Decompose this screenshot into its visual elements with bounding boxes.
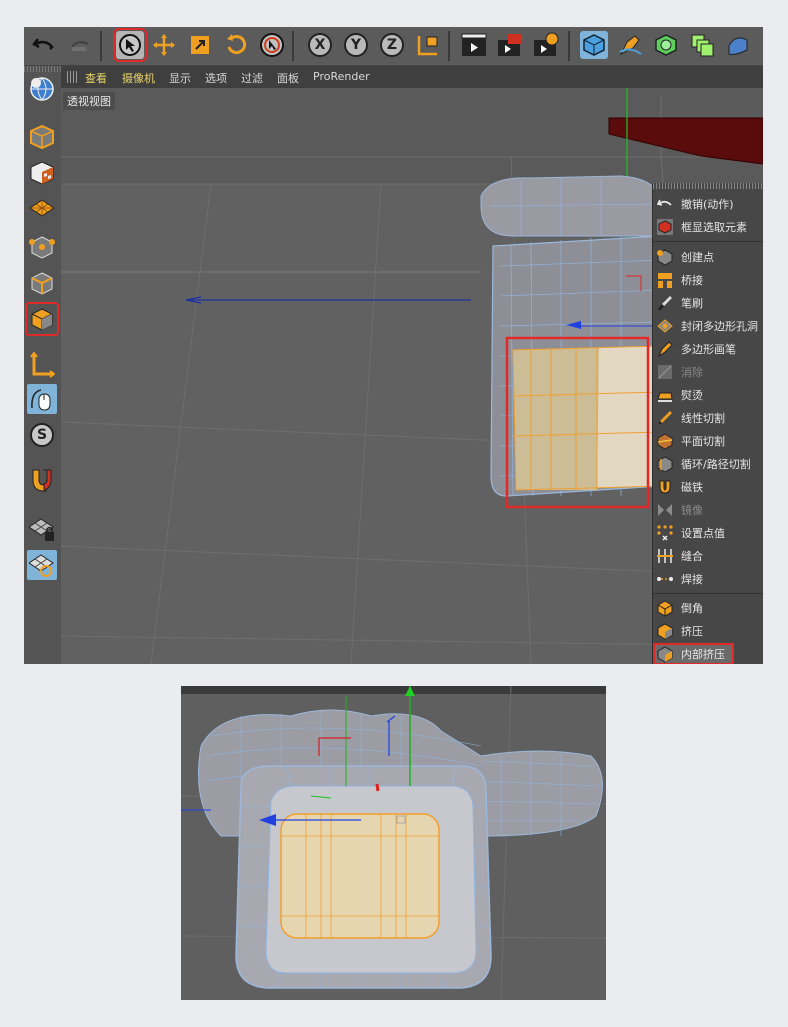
polygons-mode-icon[interactable]	[25, 302, 59, 336]
x-axis-label: X	[308, 33, 332, 57]
cube-object-icon[interactable]	[580, 31, 608, 59]
tweak-mode-icon[interactable]	[27, 384, 57, 414]
menu-panel[interactable]: 面板	[277, 70, 299, 86]
main-toolbar: X Y Z	[24, 27, 763, 66]
menu-display[interactable]: 显示	[169, 70, 191, 86]
menu-item-set-point-value[interactable]: 设置点值	[653, 522, 763, 544]
menu-item-bevel[interactable]: 倒角	[653, 597, 763, 619]
hand-model-detail	[181, 686, 606, 1000]
menu-item-loop-path-cut[interactable]: 循环/路径切割	[653, 453, 763, 475]
pen-spline-icon[interactable]	[616, 31, 644, 59]
menu-item-label: 设置点值	[681, 527, 725, 540]
menu-item-label: 多边形画笔	[681, 343, 736, 356]
z-axis-label: Z	[380, 33, 404, 57]
menu-prorender[interactable]: ProRender	[313, 70, 370, 83]
locked-workplane-icon[interactable]	[27, 514, 57, 544]
y-axis-label: Y	[344, 33, 368, 57]
menu-item-label: 撤销(动作)	[681, 198, 734, 211]
render-region-icon[interactable]	[496, 31, 524, 59]
menu-item-bridge[interactable]: 桥接	[653, 269, 763, 291]
menu-item-brush[interactable]: 笔刷	[653, 292, 763, 314]
menu-item-label: 平面切割	[681, 435, 725, 448]
context-menu: 撤销(动作) 框显选取元素 创建点 桥接 笔刷 封闭多边形孔洞 多边形画笔 消除…	[652, 183, 763, 664]
x-axis-lock-button[interactable]: X	[306, 31, 334, 59]
planar-workplane-icon[interactable]	[27, 550, 57, 580]
menu-item-dissolve[interactable]: 消除	[653, 361, 763, 383]
menu-item-extrude[interactable]: 挤压	[653, 620, 763, 642]
menu-item-label: 消除	[681, 366, 703, 379]
snap-s-label: S	[30, 423, 54, 447]
left-toolbar: S	[24, 66, 62, 664]
menu-item-label: 倒角	[681, 602, 703, 615]
menu-item-label: 创建点	[681, 251, 714, 264]
cinema4d-window: X Y Z S 查看 摄像机 显示 选项 过滤 面板 ProRender 透视视…	[24, 27, 763, 664]
menu-view[interactable]: 查看	[85, 70, 107, 86]
viewport-menubar: 查看 摄像机 显示 选项 过滤 面板 ProRender	[61, 66, 763, 88]
move-icon[interactable]	[150, 31, 178, 59]
menu-item-extrude-inner[interactable]: 内部挤压	[653, 643, 734, 664]
menu-options[interactable]: 选项	[205, 70, 227, 86]
render-view-icon[interactable]	[460, 31, 488, 59]
menu-item-magnet[interactable]: 磁铁	[653, 476, 763, 498]
make-editable-icon[interactable]	[27, 74, 57, 104]
edges-mode-icon[interactable]	[27, 268, 57, 298]
menu-item-plane-cut[interactable]: 平面切割	[653, 430, 763, 452]
menu-item-label: 缝合	[681, 550, 703, 563]
menu-item-frame-selected[interactable]: 框显选取元素	[653, 216, 763, 238]
subdivision-surface-icon[interactable]	[652, 31, 680, 59]
magnet-snap-icon[interactable]	[27, 464, 57, 494]
enable-axis-icon[interactable]	[27, 350, 57, 380]
workplane-icon[interactable]	[27, 194, 57, 224]
z-axis-lock-button[interactable]: Z	[378, 31, 406, 59]
drag-handle-icon[interactable]	[67, 71, 77, 83]
array-icon[interactable]	[688, 31, 716, 59]
menu-item-label: 封闭多边形孔洞	[681, 320, 758, 333]
menu-item-label: 焊接	[681, 573, 703, 586]
menu-item-label: 框显选取元素	[681, 221, 747, 234]
redo-icon[interactable]	[66, 31, 94, 59]
menu-item-iron[interactable]: 熨烫	[653, 384, 763, 406]
menu-item-weld[interactable]: 焊接	[653, 568, 763, 590]
menu-item-polygon-pen[interactable]: 多边形画笔	[653, 338, 763, 360]
menu-item-undo-action[interactable]: 撤销(动作)	[653, 193, 763, 215]
menu-filter[interactable]: 过滤	[241, 70, 263, 86]
coordinate-system-icon[interactable]	[414, 31, 442, 59]
deformer-icon[interactable]	[724, 31, 752, 59]
rotate-icon[interactable]	[222, 31, 250, 59]
menu-item-mirror[interactable]: 镜像	[653, 499, 763, 521]
menu-item-label: 笔刷	[681, 297, 703, 310]
scale-icon[interactable]	[186, 31, 214, 59]
render-settings-icon[interactable]	[532, 31, 560, 59]
undo-icon[interactable]	[30, 31, 58, 59]
menu-item-label: 桥接	[681, 274, 703, 287]
live-selection-icon[interactable]	[258, 31, 286, 59]
menu-item-close-polygon-hole[interactable]: 封闭多边形孔洞	[653, 315, 763, 337]
menu-item-label: 挤压	[681, 625, 703, 638]
menu-item-create-point[interactable]: 创建点	[653, 246, 763, 268]
texture-mode-icon[interactable]	[27, 158, 57, 188]
view-label: 透视视图	[63, 92, 115, 110]
menu-item-line-cut[interactable]: 线性切割	[653, 407, 763, 429]
detail-viewport	[181, 686, 606, 1000]
snap-s-icon[interactable]: S	[27, 420, 57, 450]
points-mode-icon[interactable]	[27, 232, 57, 262]
menu-item-label: 内部挤压	[681, 648, 725, 661]
select-arrow-icon[interactable]	[113, 28, 147, 62]
menu-item-label: 线性切割	[681, 412, 725, 425]
menu-item-stitch[interactable]: 缝合	[653, 545, 763, 567]
menu-item-label: 镜像	[681, 504, 703, 517]
menu-item-label: 循环/路径切割	[681, 458, 751, 471]
model-mode-icon[interactable]	[27, 122, 57, 152]
y-axis-lock-button[interactable]: Y	[342, 31, 370, 59]
menu-item-label: 熨烫	[681, 389, 703, 402]
menu-camera[interactable]: 摄像机	[122, 70, 155, 86]
menu-item-label: 磁铁	[681, 481, 703, 494]
